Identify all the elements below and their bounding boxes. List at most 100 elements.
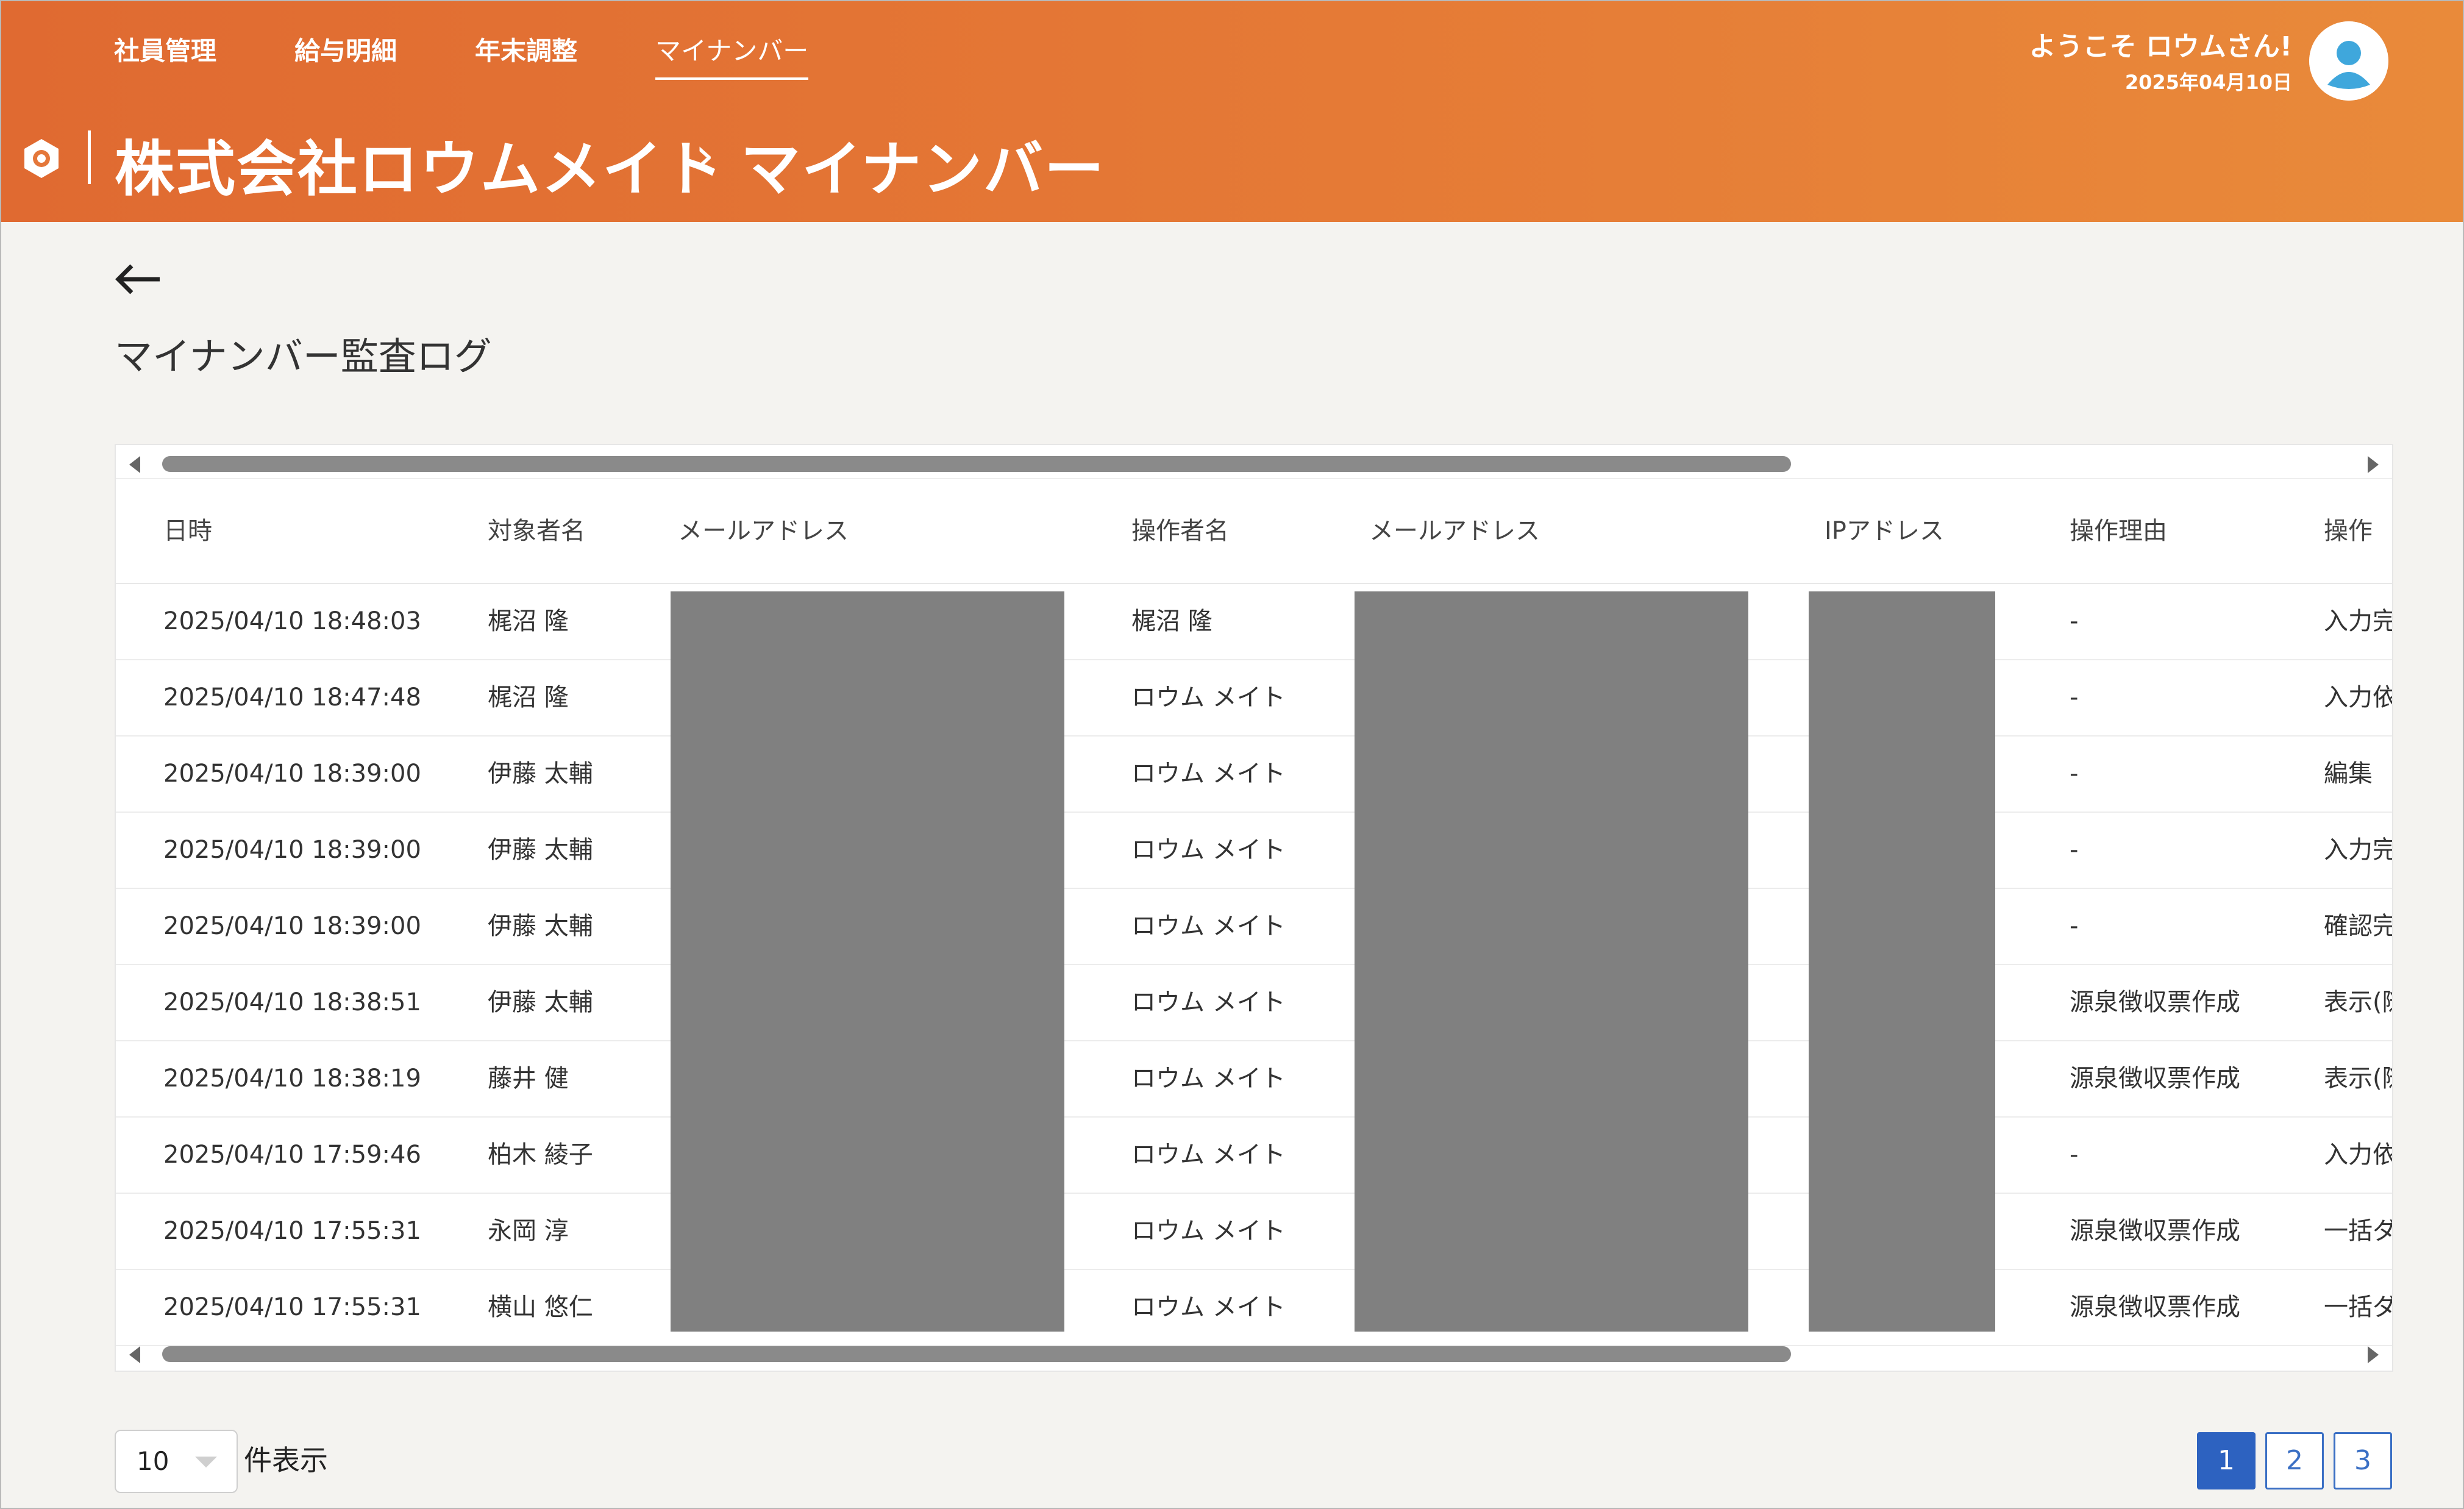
nav-my-number[interactable]: マイナンバー	[655, 30, 809, 80]
table-row[interactable]: 2025/04/10 18:48:03 梶沼 隆 梶沼 隆 - 入力完	[116, 584, 2392, 660]
cell-action: 確認完	[2324, 912, 2392, 940]
cell-datetime: 2025/04/10 18:38:19	[163, 1065, 421, 1093]
column-header-action: 操作	[2324, 517, 2373, 545]
cell-reason: 源泉徴収票作成	[2070, 1217, 2240, 1245]
page-button-3[interactable]: 3	[2334, 1432, 2392, 1489]
cell-action: 一括ダ	[2324, 1293, 2392, 1321]
cell-target-name: 藤井 健	[488, 1065, 569, 1093]
table-header: 日時 対象者名 メールアドレス 操作者名 メールアドレス IPアドレス 操作理由…	[116, 478, 2392, 584]
table-row[interactable]: 2025/04/10 18:38:51 伊藤 太輔 ロウム メイト 源泉徴収票作成 表示…	[116, 965, 2392, 1041]
cell-operator-name: ロウム メイト	[1131, 1141, 1286, 1169]
column-header-ip-address: IPアドレス	[1825, 517, 1944, 545]
table-row[interactable]: 2025/04/10 18:38:19 藤井 健 ロウム メイト 源泉徴収票作成 表示(…	[116, 1041, 2392, 1118]
cell-target-name: 梶沼 隆	[488, 683, 569, 712]
cell-action: 表示(随	[2324, 1065, 2392, 1093]
nav-payslip[interactable]: 給与明細	[294, 30, 397, 80]
cell-action: 一括ダ	[2324, 1217, 2392, 1245]
table-row[interactable]: 2025/04/10 17:55:31 永岡 淳 ロウム メイト 源泉徴収票作成 一括ダ	[116, 1194, 2392, 1270]
horizontal-scrollbar-top[interactable]	[116, 450, 2392, 477]
table-row[interactable]: 2025/04/10 18:39:00 伊藤 太輔 ロウム メイト - 入力完	[116, 813, 2392, 889]
cell-datetime: 2025/04/10 18:39:00	[163, 836, 421, 864]
cell-datetime: 2025/04/10 18:39:00	[163, 760, 421, 788]
table-row[interactable]: 2025/04/10 18:47:48 梶沼 隆 ロウム メイト - 入力依	[116, 660, 2392, 737]
cell-operator-name: ロウム メイト	[1131, 1293, 1286, 1321]
cell-operator-name: ロウム メイト	[1131, 988, 1286, 1016]
audit-log-table-card: 日時 対象者名 メールアドレス 操作者名 メールアドレス IPアドレス 操作理由…	[115, 444, 2393, 1372]
cell-action: 入力依	[2324, 1141, 2392, 1169]
page-title: マイナンバー監査ログ	[115, 334, 492, 379]
column-header-operator-name: 操作者名	[1131, 517, 1229, 545]
cell-action: 編集	[2324, 760, 2373, 788]
table-row[interactable]: 2025/04/10 17:55:31 横山 悠仁 ロウム メイト 源泉徴収票作成 一括…	[116, 1270, 2392, 1346]
cell-target-name: 梶沼 隆	[488, 607, 569, 635]
cell-operator-name: ロウム メイト	[1131, 1217, 1286, 1245]
scroll-right-icon[interactable]	[2368, 456, 2379, 473]
table-row[interactable]: 2025/04/10 17:59:46 柏木 綾子 ロウム メイト - 入力依	[116, 1118, 2392, 1194]
redacted-operator-email	[1355, 591, 1748, 1332]
horizontal-scrollbar-bottom[interactable]	[116, 1340, 2392, 1367]
column-header-target-name: 対象者名	[488, 517, 585, 545]
avatar-icon[interactable]	[2309, 21, 2388, 101]
per-page-value: 10	[137, 1446, 169, 1476]
cell-operator-name: ロウム メイト	[1131, 836, 1286, 864]
cell-reason: -	[2070, 683, 2079, 712]
scroll-right-icon[interactable]	[2368, 1346, 2379, 1363]
cell-datetime: 2025/04/10 18:47:48	[163, 683, 421, 712]
table-body: 2025/04/10 18:48:03 梶沼 隆梶沼 隆 - 入力完 2025/04/1…	[116, 584, 2392, 1346]
cell-operator-name: ロウム メイト	[1131, 760, 1286, 788]
table-row[interactable]: 2025/04/10 18:39:00 伊藤 太輔 ロウム メイト - 編集	[116, 737, 2392, 813]
column-header-datetime: 日時	[163, 517, 212, 545]
welcome-message: ようこそ ロウムさん!	[2029, 31, 2292, 62]
redacted-ip-address	[1809, 591, 1995, 1332]
company-name: 株式会社ロウムメイト	[115, 135, 725, 204]
cell-target-name: 伊藤 太輔	[488, 912, 593, 940]
page-button-1[interactable]: 1	[2197, 1432, 2256, 1489]
cell-datetime: 2025/04/10 18:39:00	[163, 912, 421, 940]
column-header-reason: 操作理由	[2070, 517, 2167, 545]
cell-action: 入力完	[2324, 836, 2392, 864]
app-header: 社員管理 給与明細 年末調整 マイナンバー 株式会社ロウムメイト › マイナンバ…	[1, 1, 2463, 222]
cell-reason: -	[2070, 836, 2079, 864]
redacted-target-email	[671, 591, 1064, 1332]
cell-operator-name: ロウム メイト	[1131, 912, 1286, 940]
chevron-down-icon	[195, 1457, 217, 1468]
breadcrumb-section: マイナンバー	[741, 135, 1106, 204]
scroll-left-icon[interactable]	[129, 456, 140, 473]
cell-target-name: 伊藤 太輔	[488, 836, 593, 864]
cell-target-name: 横山 悠仁	[488, 1293, 593, 1321]
cell-action: 入力依	[2324, 683, 2392, 712]
cell-datetime: 2025/04/10 18:38:51	[163, 988, 421, 1016]
cell-datetime: 2025/04/10 17:55:31	[163, 1217, 421, 1245]
nav-employee-management[interactable]: 社員管理	[114, 30, 216, 80]
pagination: 1 2 3	[2197, 1432, 2392, 1489]
cell-datetime: 2025/04/10 17:55:31	[163, 1293, 421, 1321]
cell-reason: -	[2070, 912, 2079, 940]
cell-action: 表示(随	[2324, 988, 2392, 1016]
per-page-select[interactable]: 10	[115, 1430, 238, 1493]
top-nav: 社員管理 給与明細 年末調整 マイナンバー	[114, 30, 886, 80]
column-header-operator-email: メールアドレス	[1369, 517, 1540, 545]
breadcrumb-separator: ›	[695, 127, 714, 184]
cell-reason: -	[2070, 1141, 2079, 1169]
nav-year-end-adjustment[interactable]: 年末調整	[475, 30, 577, 80]
cell-reason: 源泉徴収票作成	[2070, 988, 2240, 1016]
column-header-target-email: メールアドレス	[678, 517, 849, 545]
cell-action: 入力完	[2324, 607, 2392, 635]
scroll-left-icon[interactable]	[129, 1346, 140, 1363]
cell-operator-name: ロウム メイト	[1131, 683, 1286, 712]
cell-target-name: 柏木 綾子	[488, 1141, 593, 1169]
cell-datetime: 2025/04/10 18:48:03	[163, 607, 421, 635]
table-row[interactable]: 2025/04/10 18:39:00 伊藤 太輔 ロウム メイト - 確認完	[116, 889, 2392, 965]
cell-operator-name: 梶沼 隆	[1131, 607, 1212, 635]
arrow-left-icon[interactable]	[113, 261, 162, 298]
cell-operator-name: ロウム メイト	[1131, 1065, 1286, 1093]
scrollbar-thumb[interactable]	[162, 1346, 1791, 1362]
page-button-2[interactable]: 2	[2265, 1432, 2324, 1489]
title-divider	[88, 130, 91, 184]
per-page-label: 件表示	[244, 1444, 328, 1477]
scrollbar-thumb[interactable]	[162, 456, 1791, 472]
logo-icon	[24, 139, 59, 178]
cell-reason: -	[2070, 760, 2079, 788]
cell-target-name: 伊藤 太輔	[488, 760, 593, 788]
cell-datetime: 2025/04/10 17:59:46	[163, 1141, 421, 1169]
